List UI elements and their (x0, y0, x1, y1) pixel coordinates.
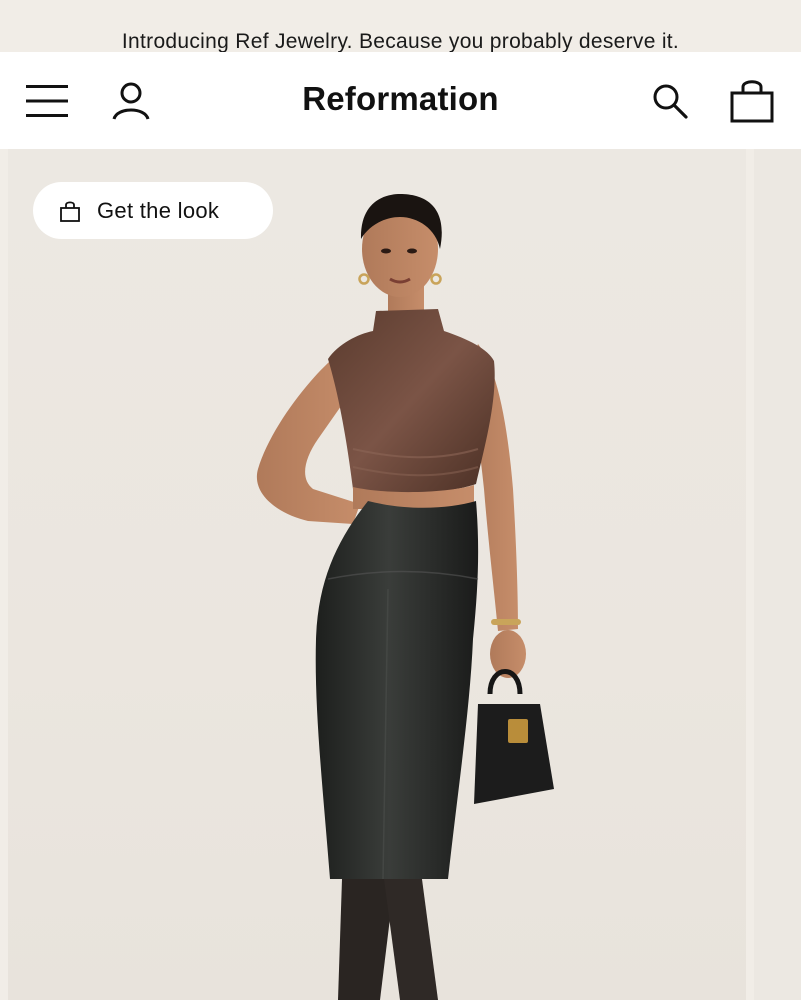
search-icon (653, 84, 688, 119)
bag-button[interactable] (725, 74, 779, 126)
hero-image-card[interactable]: Get the look (8, 149, 746, 1000)
model-photo[interactable] (8, 149, 746, 1000)
promo-text[interactable]: Introducing Ref Jewelry. Because you pro… (0, 30, 801, 52)
shopping-bag-icon (59, 200, 81, 222)
get-the-look-button[interactable]: Get the look (33, 182, 273, 239)
shopping-bag-icon (730, 80, 774, 123)
promo-banner[interactable]: Introducing Ref Jewelry. Because you pro… (0, 0, 801, 52)
site-header: Reformation (0, 52, 801, 149)
get-the-look-label: Get the look (97, 197, 220, 223)
next-hero-card-peek[interactable] (754, 149, 801, 1000)
search-button[interactable] (645, 78, 695, 124)
